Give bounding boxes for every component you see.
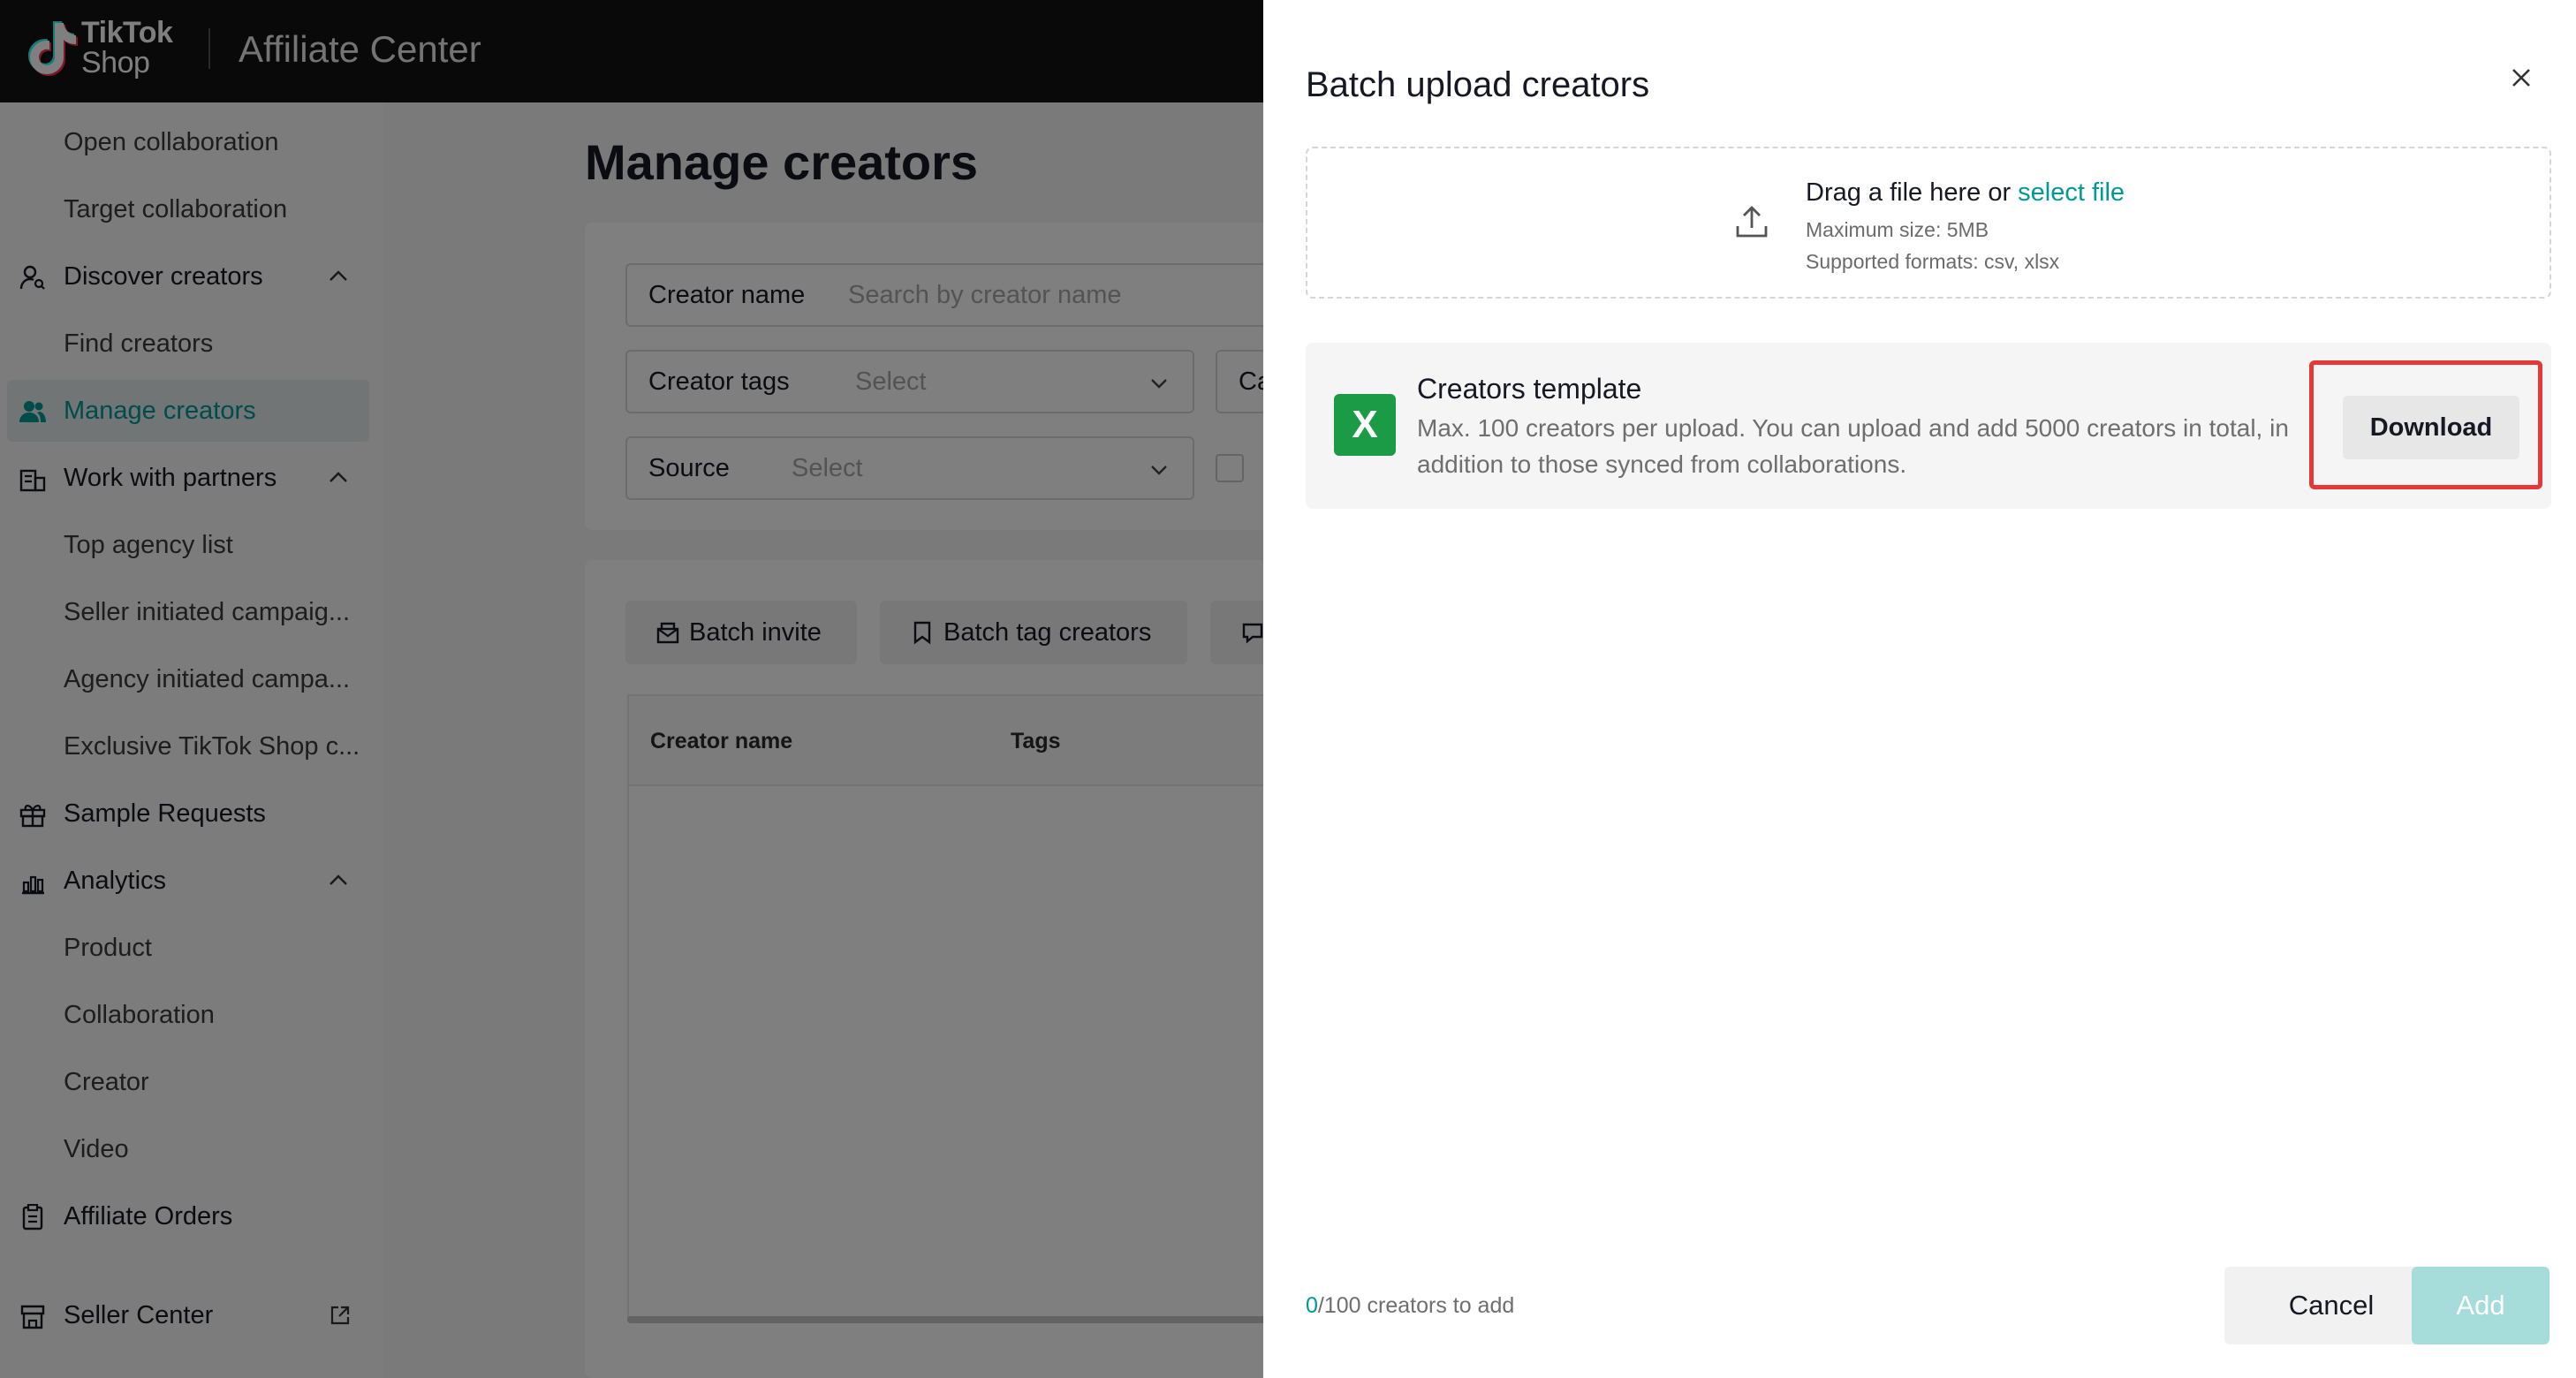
creators-count: 0/100 creators to add (1306, 1290, 1514, 1321)
template-title: Creators template (1417, 373, 1642, 405)
dropzone-prompt: Drag a file here or select file (1806, 175, 2125, 210)
creators-count-number: 0 (1306, 1293, 1318, 1318)
supported-formats-text: Supported formats: csv, xlsx (1806, 250, 2060, 273)
upload-icon (1736, 206, 1768, 238)
file-dropzone[interactable]: Drag a file here or select file Maximum … (1306, 147, 2551, 299)
cancel-button[interactable]: Cancel (2224, 1267, 2438, 1344)
excel-file-icon: X (1334, 394, 1396, 456)
close-icon[interactable] (2505, 62, 2537, 94)
drawer-title: Batch upload creators (1306, 65, 1650, 104)
template-description: Max. 100 creators per upload. You can up… (1417, 414, 2289, 478)
add-button[interactable]: Add (2412, 1267, 2549, 1344)
template-card: X Creators template Max. 100 creators pe… (1306, 343, 2551, 509)
modal-overlay[interactable] (0, 0, 1263, 1378)
dropzone-prompt-text: Drag a file here or (1806, 178, 2019, 207)
select-file-link[interactable]: select file (2018, 178, 2125, 207)
max-size-text: Maximum size: 5MB (1806, 218, 1989, 241)
download-button[interactable]: Download (2343, 396, 2519, 459)
creators-count-suffix: /100 creators to add (1317, 1293, 1515, 1318)
batch-upload-drawer: Batch upload creators Drag a file here o… (1263, 0, 2576, 1378)
